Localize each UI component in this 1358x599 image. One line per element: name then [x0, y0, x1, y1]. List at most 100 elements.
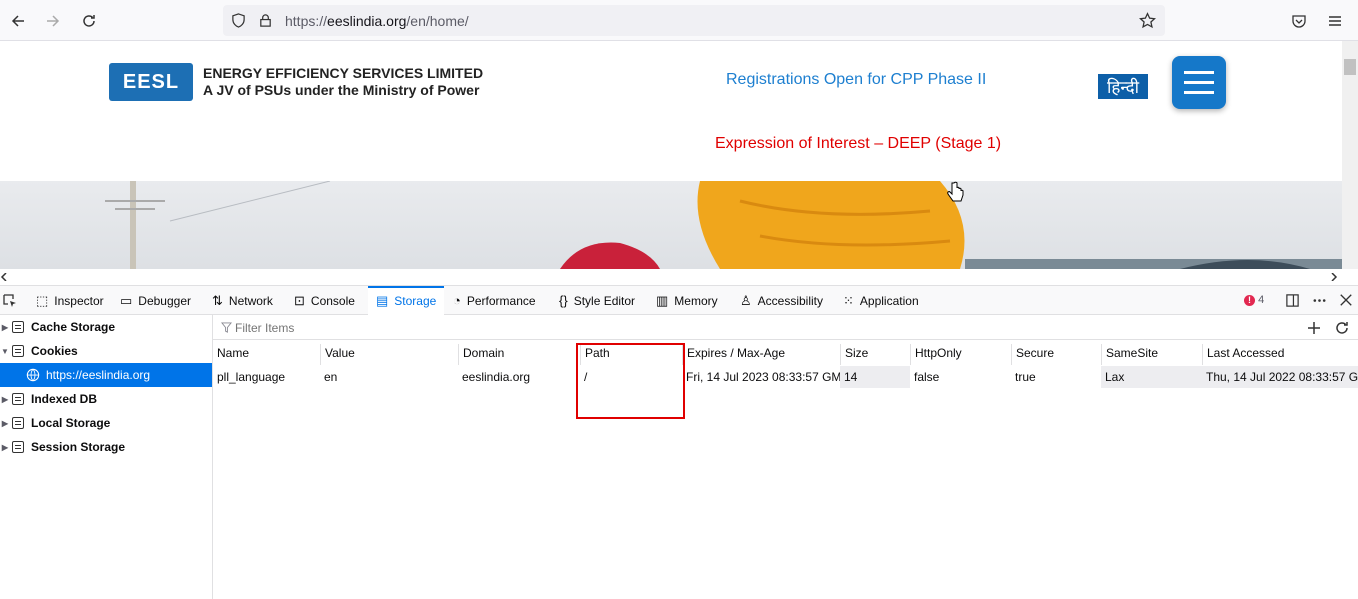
column-header-domain[interactable]: Domain	[458, 344, 580, 365]
devtools-tab-bar: ⬚ Inspector ▭ Debugger ⇅ Network ⊡ Console ▤…	[0, 285, 1358, 315]
hamburger-icon	[1329, 16, 1341, 26]
forward-button[interactable]	[40, 8, 66, 34]
tab-label: Debugger	[138, 293, 192, 308]
cell-expires[interactable]: Fri, 14 Jul 2023 08:33:57 GMT	[682, 366, 840, 388]
tab-application[interactable]: ⁙ Application	[835, 286, 927, 315]
filter-bar	[213, 315, 1358, 340]
tab-storage[interactable]: ▤ Storage	[368, 286, 445, 315]
bookmark-star-icon[interactable]	[1139, 12, 1156, 29]
expand-arrow-icon[interactable]: ▶	[0, 443, 10, 452]
refresh-icon[interactable]	[1334, 320, 1350, 336]
tab-label: Application	[859, 293, 919, 308]
tab-debugger[interactable]: ▭ Debugger	[112, 286, 199, 315]
page-viewport: EESL ENERGY EFFICIENCY SERVICES LIMITED …	[0, 41, 1358, 269]
app-menu-button[interactable]	[1322, 8, 1348, 34]
column-header-samesite[interactable]: SameSite	[1101, 344, 1202, 365]
storage-db-icon	[12, 393, 24, 405]
error-count-badge[interactable]: ! 4	[1244, 294, 1264, 306]
tree-label: Session Storage	[31, 440, 126, 454]
tab-label: Network	[228, 293, 273, 308]
company-tagline: A JV of PSUs under the Ministry of Power	[203, 82, 480, 98]
hand-cursor-icon	[947, 181, 964, 202]
hindi-language-button[interactable]: हिन्दी	[1097, 73, 1149, 100]
cell-httponly[interactable]: false	[910, 366, 1011, 388]
lock-icon[interactable]	[258, 13, 273, 28]
add-item-icon[interactable]	[1306, 320, 1322, 336]
back-button[interactable]	[5, 8, 31, 34]
element-picker-button[interactable]	[2, 286, 24, 315]
expand-arrow-icon[interactable]: ▶	[0, 419, 10, 428]
cell-value[interactable]: en	[320, 366, 458, 388]
tab-style-editor[interactable]: {} Style Editor	[551, 286, 643, 315]
cell-domain[interactable]: eeslindia.org	[458, 366, 580, 388]
column-header-value[interactable]: Value	[320, 344, 458, 365]
cell-size[interactable]: 14	[840, 366, 910, 388]
storage-db-icon	[12, 417, 24, 429]
tab-accessibility[interactable]: ♙ Accessibility	[732, 286, 831, 315]
expand-arrow-icon[interactable]: ▶	[0, 395, 10, 404]
column-header-httponly[interactable]: HttpOnly	[910, 344, 1011, 365]
storage-db-icon	[12, 321, 24, 333]
tree-label: Indexed DB	[31, 392, 98, 406]
tab-label: Performance	[466, 293, 536, 308]
scroll-right-icon[interactable]	[1330, 273, 1338, 281]
tab-performance[interactable]: ◔ Performance	[445, 286, 544, 315]
column-header-secure[interactable]: Secure	[1011, 344, 1101, 365]
more-options-icon[interactable]	[1312, 293, 1327, 308]
tree-label: https://eeslindia.org	[46, 368, 151, 382]
scroll-left-icon[interactable]	[0, 273, 8, 281]
cookies-table-pane: Name Value Domain Path Expires / Max-Age…	[213, 315, 1358, 599]
scrollbar-thumb[interactable]	[1344, 59, 1356, 75]
column-header-expires[interactable]: Expires / Max-Age	[682, 344, 840, 365]
cell-last-accessed[interactable]: Thu, 14 Jul 2022 08:33:57 G...	[1202, 366, 1358, 388]
style-editor-icon: {}	[559, 293, 568, 308]
tree-cache-storage[interactable]: ▶ Cache Storage	[0, 315, 212, 339]
tab-network[interactable]: ⇅ Network	[204, 286, 281, 315]
browser-toolbar: https://eeslindia.org/en/home/	[0, 0, 1358, 41]
url-bar[interactable]: https://eeslindia.org/en/home/	[223, 5, 1165, 36]
menu-bar-icon	[1184, 81, 1214, 84]
storage-db-icon	[12, 345, 24, 357]
tree-indexed-db[interactable]: ▶ Indexed DB	[0, 387, 212, 411]
cell-name[interactable]: pll_language	[213, 366, 320, 388]
performance-icon: ◔	[453, 293, 461, 308]
hero-banner-image	[0, 181, 1342, 269]
dock-toggle-icon[interactable]	[1285, 293, 1300, 308]
tab-console[interactable]: ⊡ Console	[286, 286, 363, 315]
logo-text: EESL	[122, 70, 180, 93]
eesl-logo[interactable]: EESL	[109, 63, 193, 101]
page-horizontal-scrollbar[interactable]	[0, 269, 1358, 285]
highlight-box-path-column	[576, 343, 685, 419]
network-icon: ⇅	[212, 293, 223, 308]
tree-cookies[interactable]: ▼ Cookies	[0, 339, 212, 363]
tree-session-storage[interactable]: ▶ Session Storage	[0, 435, 212, 459]
tab-memory[interactable]: ▥ Memory	[648, 286, 726, 315]
page-vertical-scrollbar[interactable]	[1342, 41, 1358, 269]
site-menu-button[interactable]	[1172, 56, 1226, 109]
filter-input[interactable]	[235, 319, 635, 336]
eoi-link[interactable]: Expression of Interest – DEEP (Stage 1)	[715, 135, 1001, 153]
reload-button[interactable]	[76, 8, 102, 34]
shield-icon[interactable]	[231, 13, 246, 28]
url-text[interactable]: https://eeslindia.org/en/home/	[285, 13, 469, 29]
tree-label: Local Storage	[31, 416, 111, 430]
close-devtools-icon[interactable]	[1339, 293, 1353, 307]
pocket-button[interactable]	[1286, 8, 1312, 34]
tab-label: Inspector	[54, 293, 104, 308]
column-header-last-accessed[interactable]: Last Accessed	[1202, 344, 1358, 365]
collapse-arrow-icon[interactable]: ▼	[0, 347, 10, 356]
tree-label: Cache Storage	[31, 320, 116, 334]
console-icon: ⊡	[294, 293, 305, 308]
tab-inspector[interactable]: ⬚ Inspector	[28, 286, 112, 315]
expand-arrow-icon[interactable]: ▶	[0, 323, 10, 332]
inspector-icon: ⬚	[36, 293, 49, 308]
registration-link[interactable]: Registrations Open for CPP Phase II	[726, 71, 986, 89]
cell-samesite[interactable]: Lax	[1101, 366, 1202, 388]
tree-label: Cookies	[31, 344, 78, 358]
tree-local-storage[interactable]: ▶ Local Storage	[0, 411, 212, 435]
cell-secure[interactable]: true	[1011, 366, 1101, 388]
column-header-size[interactable]: Size	[840, 344, 910, 365]
tree-cookies-eeslindia[interactable]: https://eeslindia.org	[0, 363, 212, 387]
storage-sidebar: ▶ Cache Storage ▼ Cookies https://eeslindi…	[0, 315, 213, 599]
column-header-name[interactable]: Name	[213, 344, 320, 365]
